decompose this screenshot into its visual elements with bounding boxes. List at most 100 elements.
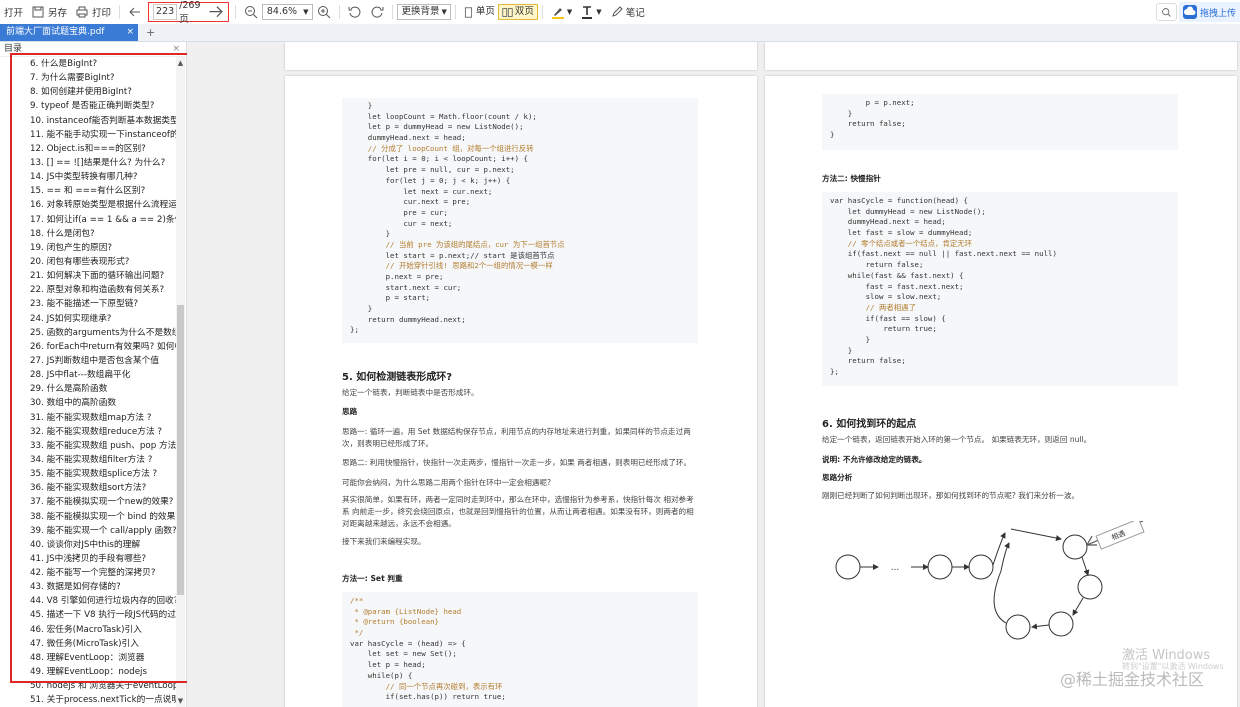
toc-item[interactable]: 49. 理解EventLoop：nodejs	[30, 665, 176, 679]
document-viewer[interactable]: } let loopCount = Math.floor(count / k);…	[187, 42, 1240, 707]
toc-item[interactable]: 40. 谈谈你对JS中this的理解	[30, 538, 176, 552]
scroll-up-icon[interactable]: ▲	[176, 59, 185, 67]
single-page-button[interactable]: 单页	[460, 5, 498, 19]
zoom-select[interactable]: 84.6% ▼	[261, 4, 314, 20]
toc-item[interactable]: 44. V8 引擎如何进行垃圾内存的回收?	[30, 594, 176, 608]
toc-item[interactable]: 37. 能不能模拟实现一个new的效果?	[30, 495, 176, 509]
zoom-out-button[interactable]	[240, 0, 262, 24]
text-color-button[interactable]: ▼	[576, 0, 605, 24]
code-line: }	[350, 304, 373, 314]
upload-button[interactable]: 拖拽上传	[1178, 2, 1240, 22]
code-line: cur = next;	[350, 218, 453, 228]
print-button[interactable]: 打印	[71, 0, 115, 24]
code-line: let next = cur.next;	[350, 186, 493, 196]
toc-item[interactable]: 16. 对象转原始类型是根据什么流程运	[30, 198, 176, 212]
toc-item[interactable]: 27. JS判断数组中是否包含某个值	[30, 354, 176, 368]
toc-item[interactable]: 26. forEach中return有效果吗? 如何中	[30, 340, 176, 354]
notes-button[interactable]: 笔记	[606, 0, 649, 24]
scrollbar-thumb[interactable]	[177, 305, 184, 595]
toc-item[interactable]: 45. 描述一下 V8 执行一段JS代码的过程	[30, 608, 176, 622]
toc-item[interactable]: 17. 如何让if(a == 1 && a == 2)条件	[30, 213, 176, 227]
background-select[interactable]: 更换背景 ▼	[397, 4, 451, 20]
rotate-left-button[interactable]	[344, 0, 366, 24]
code-line: var hasCycle = (head) => {	[350, 638, 466, 648]
double-page-button[interactable]: 双页	[497, 4, 538, 20]
toc-item[interactable]: 15. == 和 ===有什么区别?	[30, 184, 176, 198]
document-tab[interactable]: 前端大厂面试题宝典.pdf ×	[0, 24, 138, 41]
toc-item[interactable]: 46. 宏任务(MacroTask)引入	[30, 623, 176, 637]
paragraph: 刚刚已经判断了如何判断出现环，那如何找到环的节点呢? 我们来分析一波。	[822, 491, 1080, 500]
toc-item[interactable]: 39. 能不能实现一个 call/apply 函数?	[30, 524, 176, 538]
toc-item[interactable]: 24. JS如何实现继承?	[30, 312, 176, 326]
close-icon[interactable]: ×	[126, 24, 134, 41]
new-tab-button[interactable]: +	[146, 24, 155, 41]
scroll-down-icon[interactable]: ▼	[176, 697, 185, 705]
chevron-down-icon: ▼	[566, 8, 573, 16]
code-line: // 同一个节点再次碰到，表示有环	[350, 681, 503, 691]
single-page-icon	[464, 6, 472, 18]
toc-item[interactable]: 41. JS中浅拷贝的手段有哪些?	[30, 552, 176, 566]
code-line: let p = head;	[350, 660, 426, 670]
chevron-down-icon: ▼	[303, 8, 309, 16]
toc-item[interactable]: 6. 什么是BigInt?	[30, 57, 176, 71]
toc-item[interactable]: 22. 原型对象和构造函数有何关系?	[30, 283, 176, 297]
toc-item[interactable]: 50. nodejs 和 浏览器关于eventLoop	[30, 679, 176, 693]
rotate-right-icon	[372, 6, 384, 18]
toc-item[interactable]: 8. 如何创建并使用BigInt?	[30, 85, 176, 99]
toc-item[interactable]: 19. 闭包产生的原因?	[30, 241, 176, 255]
toc-item[interactable]: 31. 能不能实现数组map方法 ?	[30, 411, 176, 425]
toc-item[interactable]: 7. 为什么需要BigInt?	[30, 71, 176, 85]
toc-item[interactable]: 36. 能不能实现数组sort方法?	[30, 481, 176, 495]
rotate-right-button[interactable]	[366, 0, 388, 24]
toc-item[interactable]: 33. 能不能实现数组 push、pop 方法	[30, 439, 176, 453]
code-line: let set = new Set();	[350, 649, 457, 659]
paragraph: 给定一个链表，判断链表中是否形成环。	[342, 388, 479, 397]
toc-item[interactable]: 9. typeof 是否能正确判断类型?	[30, 99, 176, 113]
code-line: // 两者相遇了	[830, 302, 916, 312]
search-button[interactable]	[1155, 3, 1177, 21]
toc-item[interactable]: 42. 能不能写一个完整的深拷贝?	[30, 566, 176, 580]
highlight-button[interactable]: ▼	[547, 0, 576, 24]
toc-item[interactable]: 14. JS中类型转换有哪几种?	[30, 170, 176, 184]
close-icon[interactable]: ×	[172, 42, 180, 56]
arrow-right-icon[interactable]	[207, 3, 224, 20]
toc-item[interactable]: 13. [] == ![]结果是什么? 为什么?	[30, 156, 176, 170]
open-button[interactable]: 打开	[0, 0, 27, 24]
toc-item[interactable]: 38. 能不能模拟实现一个 bind 的效果?	[30, 510, 176, 524]
code-block: p = p.next; } return false;}	[822, 94, 1178, 150]
toc-item[interactable]: 48. 理解EventLoop：浏览器	[30, 651, 176, 665]
code-line: var hasCycle = function(head) {	[830, 196, 968, 205]
toc-item[interactable]: 12. Object.is和===的区别?	[30, 142, 176, 156]
toc-item[interactable]: 43. 数据是如何存储的?	[30, 580, 176, 594]
note-icon	[611, 6, 623, 17]
code-line: for(let i = 0; i < loopCount; i++) {	[350, 154, 528, 164]
save-as-button[interactable]: 另存	[27, 0, 71, 24]
toc-item[interactable]: 29. 什么是高阶函数	[30, 382, 176, 396]
toc-list: 6. 什么是BigInt? 7. 为什么需要BigInt? 8. 如何创建并使用Bi…	[30, 57, 176, 707]
brand-watermark: @稀土掘金技术社区	[1060, 670, 1205, 689]
toc-item[interactable]: 30. 数组中的高阶函数	[30, 396, 176, 410]
toc-item[interactable]: 25. 函数的arguments为什么不是数组	[30, 326, 176, 340]
toc-item[interactable]: 34. 能不能实现数组filter方法 ?	[30, 453, 176, 467]
toc-item[interactable]: 23. 能不能描述一下原型链?	[30, 297, 176, 311]
divider	[454, 5, 456, 19]
toc-item[interactable]: 21. 如何解决下面的循环输出问题?	[30, 269, 176, 283]
toc-item[interactable]: 32. 能不能实现数组reduce方法 ?	[30, 425, 176, 439]
page-input[interactable]: 223	[153, 4, 178, 20]
prev-page-button[interactable]	[124, 0, 146, 24]
toc-item[interactable]: 18. 什么是闭包?	[30, 227, 176, 241]
toc-item[interactable]: 47. 微任务(MicroTask)引入	[30, 637, 176, 651]
toc-item[interactable]: 20. 闭包有哪些表现形式?	[30, 255, 176, 269]
toc-item[interactable]: 11. 能不能手动实现一下instanceof的	[30, 128, 176, 142]
divider	[119, 5, 121, 19]
toc-item[interactable]: 28. JS中flat---数组扁平化	[30, 368, 176, 382]
code-line: fast = fast.next.next;	[830, 281, 964, 291]
toc-scrollbar[interactable]: ▲ ▼	[176, 57, 185, 707]
toc-item[interactable]: 35. 能不能实现数组splice方法 ?	[30, 467, 176, 481]
text-color-icon	[582, 6, 593, 19]
toc-item[interactable]: 10. instanceof能否判断基本数据类型	[30, 114, 176, 128]
code-line: // 开始穿针引线! 思路和2个一组的情况一模一样	[350, 261, 553, 271]
code-line: let p = dummyHead = new ListNode();	[350, 122, 524, 132]
toc-item[interactable]: 51. 关于process.nextTick的一点说明	[30, 693, 176, 707]
zoom-in-button[interactable]	[313, 0, 335, 24]
